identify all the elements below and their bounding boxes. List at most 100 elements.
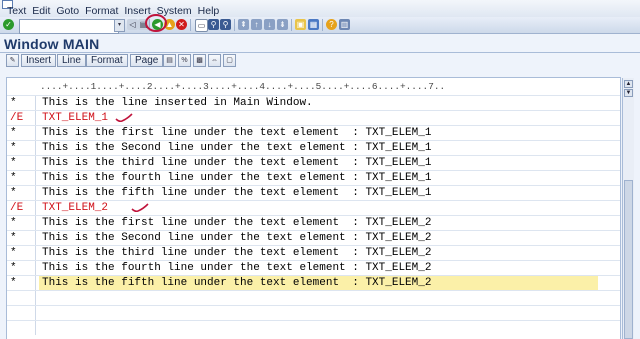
- enter-icon[interactable]: ✓: [3, 19, 14, 30]
- editor-line[interactable]: * This is the fifth line under the text e…: [7, 185, 620, 200]
- line-text[interactable]: This is the Second line under the text e…: [39, 141, 431, 155]
- table-icon[interactable]: ▤: [163, 54, 176, 67]
- format-divider: [35, 186, 36, 200]
- editor-line[interactable]: * This is the fifth line under the text e…: [7, 275, 620, 290]
- command-field[interactable]: [19, 19, 119, 34]
- standard-toolbar: ✓ ▾ ◁ ▤ ◀ ▲ ✕ ▭ ⚲ ⚲ ⇞ ↑ ↓ ⇟ ▣ ▦ ? ▥: [0, 17, 640, 34]
- display-change-icon[interactable]: ✎: [6, 54, 19, 67]
- find-next-icon[interactable]: ⚲: [220, 19, 231, 30]
- annotation-check-mark: [115, 113, 133, 123]
- paragraph-format[interactable]: *: [10, 277, 36, 290]
- editor-line[interactable]: * This is the third line under the text e…: [7, 155, 620, 170]
- page-button[interactable]: Page: [130, 54, 164, 67]
- insert-button[interactable]: Insert: [21, 54, 57, 67]
- format-divider: [35, 96, 36, 110]
- create-session-icon[interactable]: ▣: [295, 19, 306, 30]
- line-text[interactable]: [39, 321, 42, 335]
- paragraph-format[interactable]: *: [10, 247, 36, 260]
- graphics-icon[interactable]: ▩: [193, 54, 206, 67]
- editor-line[interactable]: * This is the fourth line under the text …: [7, 260, 620, 275]
- help-icon[interactable]: ?: [326, 19, 337, 30]
- prev-page-icon[interactable]: ↑: [251, 19, 262, 30]
- format-divider: [35, 141, 36, 155]
- line-text[interactable]: This is the first line under the text el…: [39, 126, 431, 140]
- find-icon[interactable]: ⚲: [208, 19, 219, 30]
- scroll-down-icon[interactable]: ▼: [624, 89, 633, 97]
- column-ruler: ....+....1....+....2....+....3....+....4…: [40, 81, 446, 92]
- line-text[interactable]: This is the line inserted in Main Window…: [39, 96, 313, 110]
- annotation-check-mark: [131, 203, 149, 213]
- line-text[interactable]: This is the Second line under the text e…: [39, 231, 431, 245]
- format-divider: [35, 216, 36, 230]
- last-page-icon[interactable]: ⇟: [277, 19, 288, 30]
- line-text[interactable]: This is the third line under the text el…: [39, 156, 431, 170]
- editor-line[interactable]: * This is the first line under the text e…: [7, 215, 620, 230]
- next-page-icon[interactable]: ↓: [264, 19, 275, 30]
- print-icon[interactable]: ▭: [195, 19, 208, 32]
- menu-insert[interactable]: Insert: [124, 5, 150, 17]
- paragraph-format[interactable]: *: [10, 232, 36, 245]
- text-element-row[interactable]: /E TXT_ELEM_2: [7, 200, 620, 215]
- line-text[interactable]: TXT_ELEM_1: [39, 111, 108, 125]
- editor-line[interactable]: [7, 290, 620, 305]
- format-button[interactable]: Format: [86, 54, 128, 67]
- paragraph-format[interactable]: *: [10, 217, 36, 230]
- paragraph-format[interactable]: *: [10, 172, 36, 185]
- title-divider: [0, 52, 640, 53]
- move-icon[interactable]: ⇔: [208, 54, 221, 67]
- command-history-dropdown[interactable]: ▾: [114, 19, 125, 32]
- menu-goto[interactable]: Goto: [56, 5, 79, 17]
- nav-back-icon[interactable]: ◁: [127, 19, 138, 30]
- menu-help[interactable]: Help: [198, 5, 220, 17]
- menu-text[interactable]: Text: [7, 5, 26, 17]
- line-button[interactable]: Line: [57, 54, 86, 67]
- separator: [291, 19, 292, 31]
- line-text[interactable]: This is the first line under the text el…: [39, 216, 431, 230]
- copy-icon[interactable]: ▢: [223, 54, 236, 67]
- menu-edit[interactable]: Edit: [32, 5, 50, 17]
- scrollbar-thumb[interactable]: [624, 180, 633, 339]
- paragraph-format[interactable]: *: [10, 157, 36, 170]
- line-text[interactable]: TXT_ELEM_2: [39, 201, 108, 215]
- paragraph-format[interactable]: *: [10, 97, 36, 110]
- format-divider: [35, 126, 36, 140]
- text-element-row[interactable]: /E TXT_ELEM_1: [7, 110, 620, 125]
- line-text[interactable]: [39, 306, 42, 320]
- editor-line[interactable]: * This is the Second line under the text …: [7, 140, 620, 155]
- editor-line[interactable]: [7, 305, 620, 320]
- editor-line[interactable]: * This is the line inserted in Main Windo…: [7, 95, 620, 110]
- symbols-icon[interactable]: %: [178, 54, 191, 67]
- paragraph-format[interactable]: *: [10, 127, 36, 140]
- scroll-up-icon[interactable]: ▲: [624, 80, 633, 88]
- format-divider: [35, 171, 36, 185]
- line-text[interactable]: [39, 291, 42, 305]
- first-page-icon[interactable]: ⇞: [238, 19, 249, 30]
- editor-line[interactable]: [7, 320, 620, 335]
- line-text[interactable]: This is the third line under the text el…: [39, 246, 431, 260]
- page-title: Window MAIN: [4, 36, 100, 52]
- editor-line[interactable]: * This is the first line under the text e…: [7, 125, 620, 140]
- line-text[interactable]: This is the fourth line under the text e…: [39, 171, 431, 185]
- layout-icon[interactable]: ▥: [339, 19, 350, 30]
- line-text[interactable]: This is the fifth line under the text el…: [39, 186, 431, 200]
- shortcut-icon[interactable]: ▦: [308, 19, 319, 30]
- paragraph-format[interactable]: *: [10, 187, 36, 200]
- menu-format[interactable]: Format: [85, 5, 118, 17]
- format-divider: [35, 111, 36, 125]
- editor-line[interactable]: * This is the Second line under the text …: [7, 230, 620, 245]
- text-editor[interactable]: ....+....1....+....2....+....3....+....4…: [6, 77, 621, 339]
- line-text[interactable]: This is the fourth line under the text e…: [39, 261, 431, 275]
- vertical-scrollbar[interactable]: ▲ ▼: [622, 78, 634, 339]
- paragraph-format[interactable]: *: [10, 262, 36, 275]
- paragraph-format[interactable]: /E: [10, 112, 36, 125]
- format-divider: [35, 231, 36, 245]
- editor-line[interactable]: * This is the fourth line under the text …: [7, 170, 620, 185]
- menu-list: Text Edit Goto Format Insert System Help: [7, 5, 225, 17]
- cancel-icon[interactable]: ✕: [176, 19, 187, 30]
- line-text[interactable]: This is the fifth line under the text el…: [39, 276, 598, 290]
- editor-line[interactable]: * This is the third line under the text e…: [7, 245, 620, 260]
- paragraph-format[interactable]: *: [10, 142, 36, 155]
- format-divider: [35, 321, 36, 335]
- format-divider: [35, 306, 36, 320]
- paragraph-format[interactable]: /E: [10, 202, 36, 215]
